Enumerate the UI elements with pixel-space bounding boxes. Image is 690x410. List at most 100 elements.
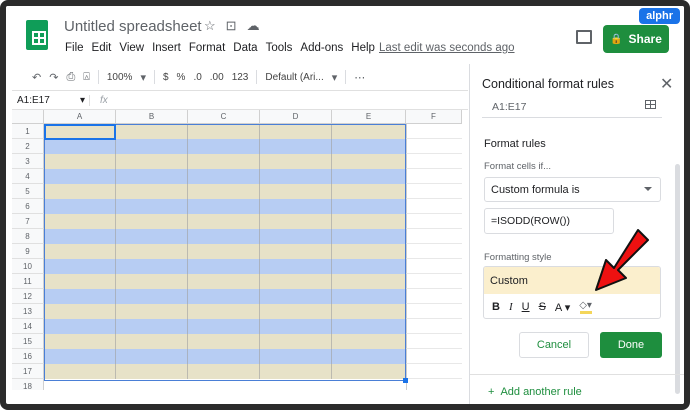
redo-icon[interactable]: ↷ (49, 71, 58, 84)
row-header-8[interactable]: 8 (12, 229, 44, 244)
more-formats-button[interactable]: 123 (232, 72, 249, 83)
column-header-a[interactable]: A (44, 110, 116, 124)
row-header-9[interactable]: 9 (12, 244, 44, 259)
increase-decimals-button[interactable]: .00 (210, 72, 224, 83)
active-cell[interactable] (44, 124, 116, 140)
panel-scrollbar[interactable] (675, 164, 680, 394)
table-row[interactable] (44, 244, 406, 259)
cell-f[interactable] (406, 229, 462, 244)
row-header-2[interactable]: 2 (12, 139, 44, 154)
cell-f[interactable] (406, 319, 462, 334)
move-folder-icon[interactable]: ⊡ (226, 18, 237, 34)
row-header-11[interactable]: 11 (12, 274, 44, 289)
print-icon[interactable]: ⎙ (66, 71, 75, 84)
cell-f[interactable] (406, 364, 462, 379)
row-header-12[interactable]: 12 (12, 289, 44, 304)
sheets-logo-icon[interactable] (26, 20, 48, 50)
comment-history-icon[interactable] (576, 30, 592, 44)
select-range-icon[interactable] (645, 100, 656, 109)
text-color-button[interactable]: A ▾ (555, 301, 570, 314)
table-row[interactable] (44, 154, 406, 169)
table-row[interactable] (44, 289, 406, 304)
menu-data[interactable]: Data (230, 40, 260, 56)
cell-f[interactable] (406, 214, 462, 229)
row-header-15[interactable]: 15 (12, 334, 44, 349)
percent-format-button[interactable]: % (177, 72, 186, 83)
close-icon[interactable]: ✕ (660, 74, 673, 94)
table-row[interactable] (44, 229, 406, 244)
underline-button[interactable]: U (522, 301, 530, 313)
row-header-18[interactable]: 18 (12, 379, 44, 390)
menu-format[interactable]: Format (186, 40, 228, 56)
menu-help[interactable]: Help (348, 40, 378, 56)
table-row[interactable] (44, 319, 406, 334)
row-header-5[interactable]: 5 (12, 184, 44, 199)
share-button[interactable]: 🔒 Share (603, 25, 669, 53)
undo-icon[interactable]: ↶ (32, 71, 41, 84)
table-row[interactable] (44, 274, 406, 289)
fill-color-icon[interactable]: ◇▾ (579, 300, 597, 314)
cell-f[interactable] (406, 304, 462, 319)
cell-f[interactable] (406, 139, 462, 154)
table-row[interactable] (44, 169, 406, 184)
row-header-16[interactable]: 16 (12, 349, 44, 364)
select-all-corner[interactable] (12, 110, 44, 124)
table-row[interactable] (44, 379, 406, 390)
column-header-f[interactable]: F (406, 110, 462, 124)
cell-f[interactable] (406, 349, 462, 364)
star-icon[interactable]: ☆ (204, 18, 216, 34)
last-edit-link[interactable]: Last edit was seconds ago (379, 42, 515, 54)
cell-f[interactable] (406, 259, 462, 274)
column-header-e[interactable]: E (332, 110, 406, 124)
row-header-4[interactable]: 4 (12, 169, 44, 184)
row-header-7[interactable]: 7 (12, 214, 44, 229)
table-row[interactable] (44, 139, 406, 154)
table-row[interactable] (44, 184, 406, 199)
menu-addons[interactable]: Add-ons (297, 40, 346, 56)
cell-f[interactable] (406, 334, 462, 349)
cell-f[interactable] (406, 379, 462, 390)
italic-button[interactable]: I (509, 301, 513, 313)
decrease-decimals-button[interactable]: .0 (193, 72, 201, 83)
column-header-d[interactable]: D (260, 110, 332, 124)
row-header-6[interactable]: 6 (12, 199, 44, 214)
table-row[interactable] (44, 304, 406, 319)
more-options-icon[interactable]: ⋯ (354, 71, 365, 84)
cell-f[interactable] (406, 154, 462, 169)
row-header-14[interactable]: 14 (12, 319, 44, 334)
currency-format-button[interactable]: $ (163, 72, 169, 83)
menu-edit[interactable]: Edit (89, 40, 115, 56)
fill-handle[interactable] (403, 378, 408, 383)
table-row[interactable] (44, 259, 406, 274)
table-row[interactable] (44, 214, 406, 229)
menu-view[interactable]: View (116, 40, 147, 56)
cell-f[interactable] (406, 124, 462, 139)
cell-f[interactable] (406, 199, 462, 214)
font-select[interactable]: Default (Ari... (265, 72, 323, 83)
cell-f[interactable] (406, 274, 462, 289)
menu-insert[interactable]: Insert (149, 40, 184, 56)
add-another-rule-link[interactable]: + Add another rule (488, 386, 582, 398)
cloud-status-icon[interactable]: ☁ (247, 18, 260, 34)
table-row[interactable] (44, 364, 406, 379)
row-header-1[interactable]: 1 (12, 124, 44, 139)
cell-f[interactable] (406, 244, 462, 259)
bold-button[interactable]: B (492, 301, 500, 313)
name-box[interactable]: A1:E17 ▾ (12, 94, 90, 106)
spreadsheet-grid[interactable]: A B C D E F 1 2 3 4 5 6 7 8 9 10 11 12 13 14 15 16 17 18 (12, 110, 462, 390)
paint-format-icon[interactable]: ⍓ (83, 71, 90, 84)
cancel-button[interactable]: Cancel (519, 332, 589, 358)
condition-dropdown[interactable]: Custom formula is (484, 177, 661, 202)
column-header-b[interactable]: B (116, 110, 188, 124)
apply-to-range-input[interactable]: A1:E17 (482, 96, 662, 118)
menu-tools[interactable]: Tools (263, 40, 296, 56)
document-title[interactable]: Untitled spreadsheet (64, 18, 202, 35)
cell-f[interactable] (406, 184, 462, 199)
zoom-select[interactable]: 100% (107, 72, 133, 83)
table-row[interactable] (44, 199, 406, 214)
row-header-13[interactable]: 13 (12, 304, 44, 319)
table-row[interactable] (44, 349, 406, 364)
cell-f[interactable] (406, 169, 462, 184)
row-header-10[interactable]: 10 (12, 259, 44, 274)
column-header-c[interactable]: C (188, 110, 260, 124)
